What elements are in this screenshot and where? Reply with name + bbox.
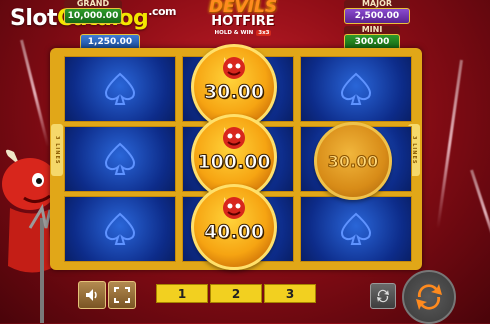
lightning-bolt (470, 169, 490, 257)
jackpot-grand-label: GRAND (64, 0, 122, 8)
logo-hold-and-win: HOLD & WIN 3x3 (190, 29, 296, 37)
jackpot-grand: GRAND 10,000.00 (64, 0, 122, 24)
reel-cell (64, 126, 176, 192)
watermark-suffix: .com (148, 5, 177, 18)
coin-value: 30.00 (203, 81, 265, 104)
reel-cell (64, 196, 176, 262)
jackpot-mini-label: MINI (344, 26, 400, 34)
lightning-bolt (436, 59, 463, 229)
devil-face-icon (223, 57, 245, 79)
fullscreen-icon (114, 287, 130, 303)
jackpot-major-value: 2,500.00 (344, 8, 410, 24)
reel-cell (300, 56, 412, 122)
jackpot-major-label: MAJOR (344, 0, 410, 8)
spade-icon (105, 212, 135, 245)
coin-value: 40.00 (203, 221, 265, 244)
line-button-1[interactable]: 1 (156, 284, 208, 303)
logo-badge: 3x3 (256, 30, 272, 36)
line-button-2[interactable]: 2 (210, 284, 262, 303)
spade-icon (105, 142, 135, 175)
sound-button[interactable] (78, 281, 106, 309)
spin-button[interactable] (402, 270, 456, 324)
autoplay-icon (377, 289, 389, 303)
game-logo: DEVILS HOTFIRE HOLD & WIN 3x3 (190, 0, 296, 48)
jackpot-grand-value: 10,000.00 (64, 8, 122, 24)
coin-value: 100.00 (197, 151, 271, 174)
spade-icon (341, 72, 371, 105)
jackpot-major: MAJOR 2,500.00 (344, 0, 410, 24)
logo-hold-and-win-text: HOLD & WIN (214, 30, 254, 36)
speaker-icon (86, 289, 97, 301)
coin-value: 30.00 (327, 152, 379, 172)
spade-icon (105, 72, 135, 105)
devil-face-icon (223, 127, 245, 149)
spade-icon (341, 212, 371, 245)
watermark-part1: Slot (10, 6, 58, 31)
devil-face-icon (223, 197, 245, 219)
devil-coin: 40.00 (191, 184, 277, 270)
logo-devils: DEVILS (208, 0, 278, 17)
line-button-3[interactable]: 3 (264, 284, 316, 303)
lightning-bolt (20, 39, 50, 148)
reel-cell (64, 56, 176, 122)
spin-arrows-icon (416, 284, 442, 310)
autoplay-button[interactable] (370, 283, 396, 309)
fullscreen-button[interactable] (108, 281, 136, 309)
logo-hotfire: HOTFIRE (211, 14, 275, 29)
reel-cell (300, 196, 412, 262)
gold-coin: 30.00 (314, 122, 392, 200)
jackpot-mini: MINI 300.00 (344, 26, 400, 50)
lines-label-left: 3 LINES (51, 124, 63, 176)
